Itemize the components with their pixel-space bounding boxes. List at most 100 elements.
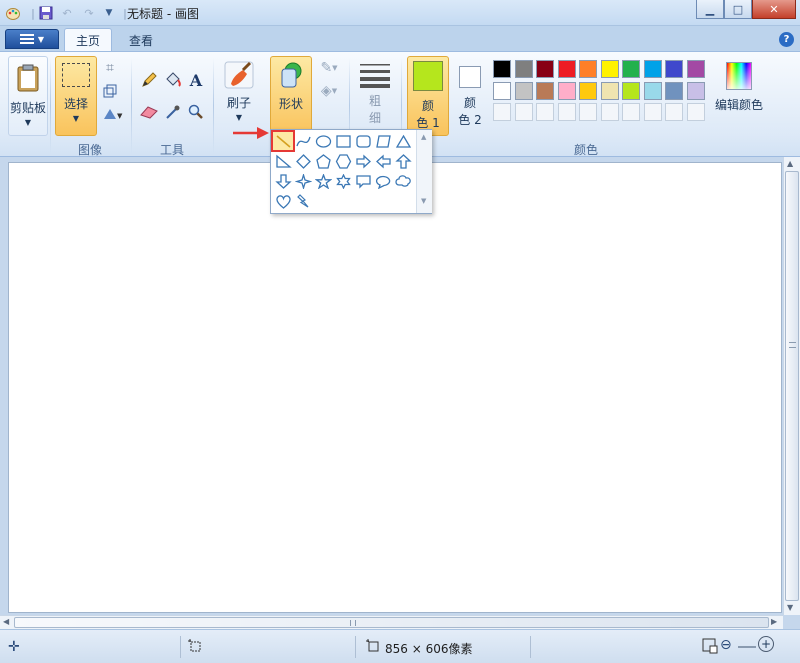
shape-four-point-star-icon[interactable] [293,172,313,191]
shape-line-icon[interactable] [271,130,295,152]
palette-custom-slot[interactable] [579,103,597,121]
palette-color-swatch[interactable] [643,81,662,100]
shape-heart-icon[interactable] [273,192,293,211]
magnifier-icon[interactable] [186,102,206,122]
shape-diamond-icon[interactable] [293,152,313,171]
shape-pentagon-icon[interactable] [313,152,333,171]
crop-icon[interactable]: ⌗ [100,58,120,78]
zoom-out-icon[interactable]: ⊖ [720,637,732,653]
palette-custom-slot[interactable] [665,103,683,121]
palette-color-swatch[interactable] [686,60,705,78]
vertical-scroll-thumb[interactable] [785,171,799,601]
rotate-icon[interactable]: ▼ [100,104,126,124]
shape-rectangle-icon[interactable] [333,132,353,151]
palette-color-swatch[interactable] [514,60,533,78]
outline-icon[interactable]: ✎ ▼ [316,58,342,78]
fill-bucket-icon[interactable] [163,70,183,90]
maximize-button[interactable]: □ [724,0,752,19]
palette-color-swatch[interactable] [557,60,576,78]
shape-polygon-icon[interactable] [373,132,393,151]
shape-fill-icon[interactable]: ◈ ▼ [316,81,342,101]
palette-color-swatch[interactable] [622,81,640,100]
horizontal-scrollbar[interactable]: ◀ ▶ [0,615,783,629]
palette-color-swatch[interactable] [643,60,662,78]
palette-color-swatch[interactable] [686,81,705,100]
palette-color-swatch[interactable] [536,60,554,78]
palette-color-swatch[interactable] [579,81,597,100]
shape-lightning-icon[interactable] [293,192,313,211]
palette-custom-slot[interactable] [643,103,662,121]
palette-color-swatch[interactable] [665,60,683,78]
palette-custom-slot[interactable] [514,103,533,121]
shape-triangle-icon[interactable] [393,132,413,151]
scroll-left-icon[interactable]: ◀ [3,617,9,626]
horizontal-scroll-thumb[interactable] [14,617,769,628]
undo-icon[interactable]: ↶ [58,4,76,22]
size-button[interactable]: 粗 细 [355,56,395,136]
palette-custom-slot[interactable] [536,103,554,121]
palette-custom-slot[interactable] [557,103,576,121]
help-icon[interactable]: ? [779,32,794,47]
shape-up-arrow-icon[interactable] [393,152,413,171]
edit-colors-button[interactable]: 编辑颜色 [711,56,767,136]
palette-custom-slot[interactable] [622,103,640,121]
scroll-down-icon[interactable]: ▼ [787,603,793,612]
zoom-in-icon[interactable]: + [758,636,774,652]
zoom-slider[interactable] [738,646,756,648]
minimize-button[interactable]: ▁ [696,0,724,19]
palette-color-swatch[interactable] [536,81,554,100]
shape-down-arrow-icon[interactable] [273,172,293,191]
brushes-button[interactable]: 刷子 ▼ [219,56,259,136]
shapes-scrollbar[interactable]: ▲ ▼ [416,130,432,213]
shape-right-arrow-icon[interactable] [353,152,373,171]
palette-color-swatch[interactable] [493,81,511,100]
color1-button[interactable]: 颜 色 1 [407,56,449,136]
save-icon[interactable] [37,4,55,22]
shape-cloud-callout-icon[interactable] [393,172,413,191]
scroll-right-icon[interactable]: ▶ [771,617,777,626]
color-picker-icon[interactable] [163,102,183,122]
drawing-canvas[interactable] [8,162,782,613]
line-size-icon [360,64,390,88]
paint-app-icon[interactable] [4,4,22,22]
file-menu-button[interactable]: ▼ [5,29,59,49]
zoom-fit-icon[interactable] [702,638,718,657]
palette-color-swatch[interactable] [557,81,576,100]
shape-rectangle-callout-icon[interactable] [353,172,373,191]
palette-color-swatch[interactable] [665,81,683,100]
shape-curve-icon[interactable] [293,132,313,151]
palette-custom-slot[interactable] [493,103,511,121]
resize-icon[interactable] [100,81,120,101]
vertical-scrollbar[interactable]: ▲ ▼ [783,157,800,615]
palette-color-swatch[interactable] [514,81,533,100]
palette-color-swatch[interactable] [600,81,619,100]
color2-button[interactable]: 颜 色 2 [452,56,488,136]
palette-color-swatch[interactable] [579,60,597,78]
eraser-icon[interactable] [139,102,159,122]
scroll-up-icon[interactable]: ▲ [787,159,793,168]
scroll-up-icon[interactable]: ▲ [421,133,426,141]
shape-right-triangle-icon[interactable] [273,152,293,171]
close-button[interactable]: ✕ [752,0,796,19]
shape-five-point-star-icon[interactable] [313,172,333,191]
shape-six-point-star-icon[interactable] [333,172,353,191]
pencil-icon[interactable] [139,70,159,90]
shape-rounded-rectangle-icon[interactable] [353,132,373,151]
shape-left-arrow-icon[interactable] [373,152,393,171]
shape-oval-callout-icon[interactable] [373,172,393,191]
shapes-button[interactable]: 形状 [270,56,312,136]
shape-oval-icon[interactable] [313,132,333,151]
text-tool-icon[interactable]: A [186,70,206,90]
palette-color-swatch[interactable] [600,60,619,78]
clipboard-button[interactable]: 剪贴板 ▼ [8,56,48,136]
palette-color-swatch[interactable] [622,60,640,78]
redo-icon[interactable]: ↷ [80,4,98,22]
palette-custom-slot[interactable] [686,103,705,121]
tab-view[interactable]: 查看 [118,28,164,52]
palette-custom-slot[interactable] [600,103,619,121]
tab-home[interactable]: 主页 [64,28,112,52]
scroll-down-icon[interactable]: ▼ [421,197,426,205]
palette-color-swatch[interactable] [493,60,511,78]
shape-hexagon-icon[interactable] [333,152,353,171]
select-button[interactable]: 选择 ▼ [55,56,97,136]
